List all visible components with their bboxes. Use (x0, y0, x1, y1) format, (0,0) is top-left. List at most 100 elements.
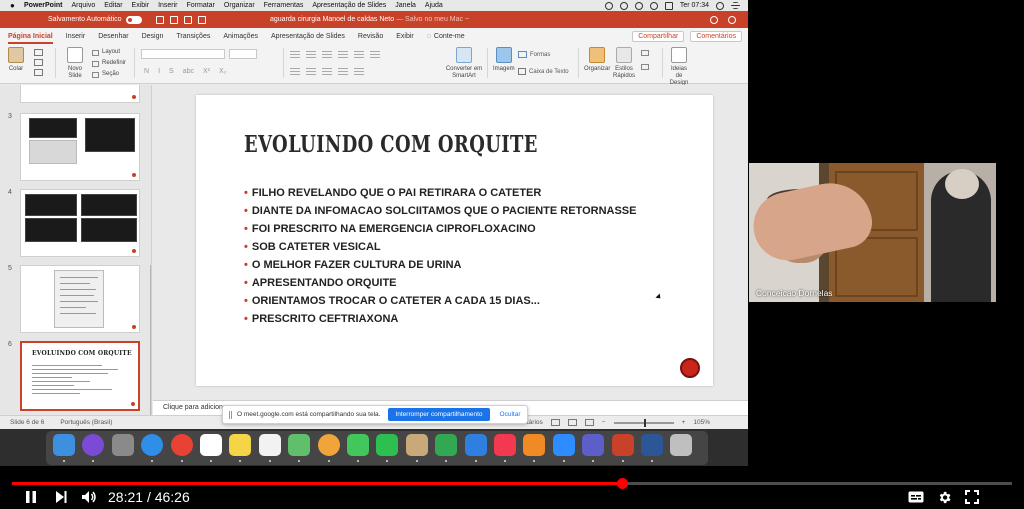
bullets-icon[interactable] (290, 51, 300, 58)
reset-button[interactable]: Redefinir (92, 58, 126, 69)
zoom-slider[interactable] (613, 418, 674, 427)
settings-gear-icon[interactable] (937, 490, 952, 505)
reading-view-icon[interactable] (584, 419, 594, 426)
chrome-icon[interactable] (170, 434, 193, 456)
maps-icon[interactable] (288, 434, 311, 456)
launchpad-icon[interactable] (111, 434, 134, 456)
battery-icon[interactable] (664, 1, 673, 10)
align-left-icon[interactable] (290, 68, 300, 75)
slide-title[interactable]: EVOLUINDO COM ORQUITE (244, 131, 538, 158)
italic-button[interactable]: I (158, 68, 160, 75)
facetime-icon[interactable] (376, 434, 399, 456)
menu-ferramentas[interactable]: Ferramentas (264, 2, 304, 9)
section-button[interactable]: Seção (92, 69, 126, 80)
menu-arquivo[interactable]: Arquivo (72, 2, 96, 9)
zoom-level[interactable]: 105% (693, 419, 710, 426)
music-icon[interactable] (494, 434, 516, 456)
indent-decrease-icon[interactable] (322, 51, 332, 58)
tab-pagina-inicial[interactable]: Página Inicial (8, 33, 53, 44)
normal-view-icon[interactable] (550, 419, 560, 426)
tab-animacoes[interactable]: Animações (223, 33, 258, 44)
finder-icon[interactable] (53, 434, 75, 456)
align-center-icon[interactable] (306, 68, 316, 75)
underline-button[interactable]: S (169, 68, 174, 75)
cut-icon[interactable] (34, 49, 43, 56)
justify-icon[interactable] (338, 68, 348, 75)
menu-organizar[interactable]: Organizar (224, 2, 255, 9)
thumbnails-scrollbar[interactable] (150, 265, 151, 415)
menu-ajuda[interactable]: Ajuda (425, 2, 443, 9)
photos-icon[interactable] (317, 434, 340, 456)
hide-banner-button[interactable]: Ocultar (500, 411, 521, 418)
zoom-icon[interactable] (552, 434, 575, 456)
calendar-icon[interactable] (200, 434, 222, 456)
menu-inserir[interactable]: Inserir (158, 2, 177, 9)
messages-icon[interactable] (347, 434, 369, 456)
spotlight-icon[interactable] (716, 1, 724, 10)
indent-increase-icon[interactable] (338, 51, 348, 58)
font-size-select[interactable] (229, 49, 257, 59)
menu-exibir[interactable]: Exibir (132, 2, 150, 9)
textbox-button[interactable]: Caixa de Texto (518, 68, 569, 75)
menu-janela[interactable]: Janela (395, 2, 416, 9)
zoom-out-icon[interactable]: − (602, 419, 606, 426)
menu-formatar[interactable]: Formatar (187, 2, 215, 9)
video-stage[interactable]: ● PowerPoint Arquivo Editar Exibir Inser… (0, 0, 1024, 509)
share-button[interactable]: Compartilhar (632, 31, 685, 42)
tab-desenhar[interactable]: Desenhar (98, 33, 128, 44)
columns-icon[interactable] (370, 51, 380, 58)
layout-button[interactable]: Layout (92, 47, 126, 58)
align-right-icon[interactable] (322, 68, 332, 75)
menu-apresentacao[interactable]: Apresentação de Slides (312, 2, 386, 9)
strikethrough-button[interactable]: abc (183, 68, 194, 75)
design-ideas-button[interactable]: Ideias de Design (668, 47, 690, 87)
undo-icon[interactable] (183, 15, 192, 24)
pause-icon[interactable] (24, 490, 38, 504)
bold-button[interactable]: N (144, 68, 149, 75)
screen-record-icon[interactable] (604, 1, 613, 10)
teams-icon[interactable] (582, 434, 605, 456)
save-icon[interactable] (169, 15, 178, 24)
menubar-clock[interactable]: Ter 07:34 (680, 2, 709, 9)
new-slide-button[interactable]: Novo Slide (62, 47, 88, 80)
reminders-icon[interactable] (258, 434, 281, 456)
trash-icon[interactable] (670, 434, 693, 456)
paste-button[interactable]: Colar (8, 47, 24, 73)
comments-button[interactable]: Comentários (690, 31, 742, 42)
font-name-select[interactable] (141, 49, 225, 59)
current-slide[interactable]: EVOLUINDO COM ORQUITE • FILHO REVELANDO Q… (196, 95, 713, 386)
clipboard-tools[interactable] (34, 49, 43, 76)
wifi-icon[interactable] (649, 1, 658, 10)
tell-me[interactable]: ◌ Conte-me (427, 33, 465, 44)
sorter-view-icon[interactable] (567, 419, 577, 426)
redo-icon[interactable] (197, 15, 206, 24)
tab-design[interactable]: Design (142, 33, 164, 44)
powerpoint-icon[interactable] (611, 434, 634, 456)
autosave-toggle[interactable] (125, 15, 142, 24)
apple-icon[interactable]: ● (10, 1, 18, 10)
bluetooth-icon[interactable] (619, 1, 628, 10)
search-icon[interactable] (710, 15, 718, 24)
tab-revisao[interactable]: Revisão (358, 33, 383, 44)
volume-icon[interactable] (81, 490, 97, 504)
tab-exibir[interactable]: Exibir (396, 33, 414, 44)
tab-transicoes[interactable]: Transições (176, 33, 210, 44)
keynote-icon[interactable] (464, 434, 487, 456)
notes-icon[interactable] (229, 434, 252, 456)
tab-inserir[interactable]: Inserir (66, 33, 85, 44)
subtitles-icon[interactable] (908, 490, 924, 504)
text-direction-icon[interactable] (354, 68, 364, 75)
menu-app-name[interactable]: PowerPoint (24, 2, 63, 9)
menu-editar[interactable]: Editar (104, 2, 122, 9)
image-button[interactable]: Imagem (493, 47, 515, 73)
scrubber-handle[interactable] (616, 478, 628, 489)
copy-icon[interactable] (34, 59, 43, 66)
line-spacing-icon[interactable] (354, 51, 364, 58)
format-painter-icon[interactable] (34, 69, 43, 76)
word-icon[interactable] (641, 434, 663, 456)
account-icon[interactable] (728, 15, 736, 24)
home-icon[interactable] (155, 15, 164, 24)
language-status[interactable]: Português (Brasil) (60, 419, 112, 426)
fullscreen-icon[interactable] (965, 490, 979, 504)
shapes-button[interactable]: Formas (518, 51, 550, 58)
